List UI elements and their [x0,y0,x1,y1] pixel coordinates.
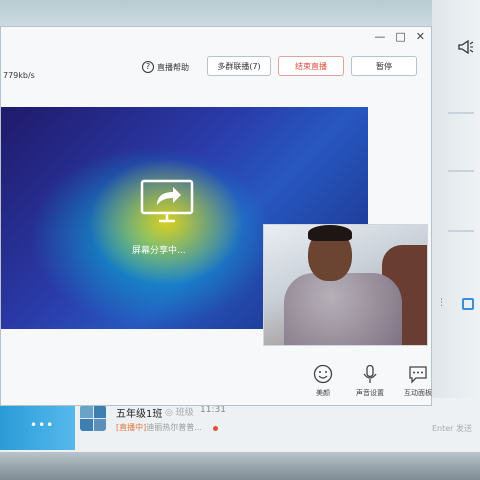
sound-settings-label: 声音设置 [356,389,384,397]
chat-preview: [直播中]迪丽热尔普普... [116,422,202,433]
window-controls: — □ ✕ [374,30,425,43]
minimize-button[interactable]: — [374,30,385,43]
beauty-tool[interactable]: 美颜 [303,364,343,398]
microphone-icon [360,364,380,384]
live-stream-window: — □ ✕ 779kb/s ? 直播帮助 多群联播(7) 结束直播 暂停 屏幕分… [0,26,432,406]
help-icon: ? [142,61,154,73]
camera-subject-body [284,273,402,345]
group-avatar[interactable] [80,405,106,431]
help-link[interactable]: ? 直播帮助 [142,61,189,73]
maximize-button[interactable]: □ [395,30,405,43]
megaphone-icon[interactable] [458,39,474,56]
side-panel-line [448,230,474,232]
more-dots-icon: ••• [30,418,55,432]
chat-group-name[interactable]: 五年级1班 [116,405,162,420]
more-dots-icon[interactable]: ⋮ [437,298,446,308]
screen-share-status: 屏幕分享中... [132,246,186,256]
interaction-panel-tool[interactable]: 互动面板 [398,364,438,398]
calendar-icon[interactable] [462,298,474,310]
avatar-cell [80,405,93,418]
live-tag: [直播中] [116,423,147,432]
active-chat-tile[interactable]: ••• [0,404,75,450]
camera-subject-hair [308,225,352,241]
send-hint: Enter 发送 [432,424,473,433]
multi-group-broadcast-button[interactable]: 多群联播(7) [207,56,271,76]
chat-preview-text: 迪丽热尔普普... [146,423,202,432]
beauty-label: 美颜 [316,389,330,397]
chat-bubble-icon [408,364,428,384]
avatar-cell [80,418,93,431]
chat-group-badge: ◎ 班级 [165,408,194,418]
bitrate-readout: 779kb/s [3,71,35,80]
sound-settings-tool[interactable]: 声音设置 [350,364,390,398]
side-panel-line [448,170,474,172]
chat-time: 11:31 [200,405,226,415]
help-label: 直播帮助 [157,62,189,72]
unread-dot [213,426,218,431]
end-live-button[interactable]: 结束直播 [278,56,344,76]
close-button[interactable]: ✕ [416,30,425,43]
monitor-bezel [0,452,480,480]
smile-icon [313,364,333,384]
camera-preview[interactable] [263,224,428,346]
pause-button[interactable]: 暂停 [351,56,417,76]
avatar-cell [93,418,106,431]
avatar-cell [93,405,106,418]
side-panel-line [448,112,474,114]
screen-share-icon [139,179,195,223]
interaction-panel-label: 互动面板 [404,389,432,397]
